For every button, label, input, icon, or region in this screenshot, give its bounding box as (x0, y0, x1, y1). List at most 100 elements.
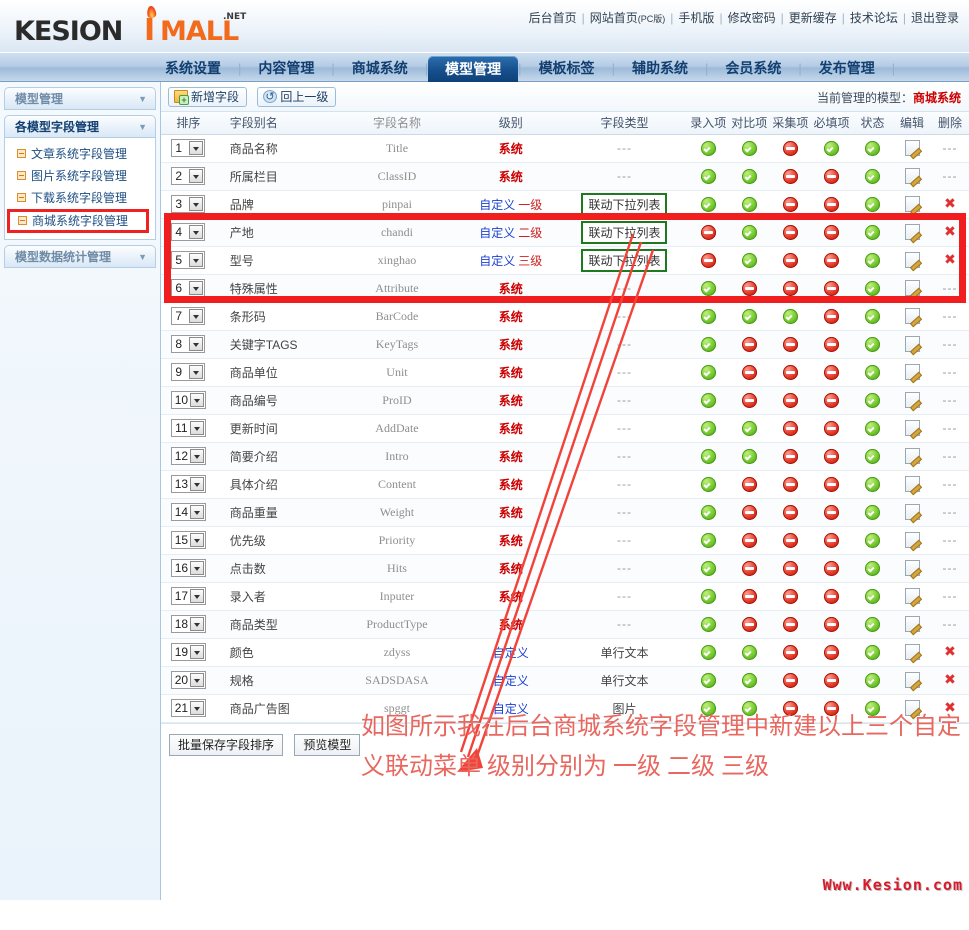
dropdown-arrow-icon[interactable] (190, 561, 205, 575)
check-circle-icon[interactable] (700, 140, 716, 156)
nav-item-6[interactable]: 辅助系统 (615, 53, 705, 83)
back-to-parent-button[interactable]: 回上一级 (257, 87, 337, 107)
check-circle-icon[interactable] (865, 392, 881, 408)
dropdown-arrow-icon[interactable] (189, 225, 204, 239)
compare-item-cell[interactable] (728, 330, 770, 359)
deny-circle-icon[interactable] (782, 168, 798, 184)
edit-cell[interactable] (893, 274, 931, 303)
delete-x-icon[interactable]: ✖ (944, 196, 956, 210)
status-item-cell[interactable] (852, 582, 894, 611)
check-circle-icon[interactable] (865, 588, 881, 604)
required-item-cell[interactable] (810, 442, 852, 471)
status-item-cell[interactable] (852, 526, 894, 555)
deny-circle-icon[interactable] (741, 336, 757, 352)
deny-circle-icon[interactable] (823, 560, 839, 576)
required-item-cell[interactable] (810, 358, 852, 387)
compare-item-cell[interactable] (728, 610, 770, 639)
required-item-cell[interactable] (810, 638, 852, 667)
deny-circle-icon[interactable] (782, 280, 798, 296)
check-circle-icon[interactable] (865, 504, 881, 520)
status-item-cell[interactable] (852, 386, 894, 415)
delete-cell[interactable]: ✖ (931, 638, 969, 667)
deny-circle-icon[interactable] (782, 140, 798, 156)
input-item-cell[interactable] (687, 526, 729, 555)
check-circle-icon[interactable] (700, 448, 716, 464)
deny-circle-icon[interactable] (823, 336, 839, 352)
edit-cell[interactable] (893, 330, 931, 359)
check-circle-icon[interactable] (700, 504, 716, 520)
deny-circle-icon[interactable] (823, 504, 839, 520)
collect-item-cell[interactable] (769, 526, 811, 555)
check-circle-icon[interactable] (700, 308, 716, 324)
edit-pencil-icon[interactable] (904, 616, 920, 632)
top-link-6[interactable]: 技术论坛 (850, 11, 898, 25)
compare-item-cell[interactable] (728, 526, 770, 555)
order-select[interactable]: 9 (171, 363, 206, 381)
edit-pencil-icon[interactable] (904, 196, 920, 212)
deny-circle-icon[interactable] (782, 448, 798, 464)
check-circle-icon[interactable] (865, 224, 881, 240)
compare-item-cell[interactable] (728, 134, 770, 163)
edit-pencil-icon[interactable] (904, 168, 920, 184)
top-link-2[interactable]: 网站首页(PC版) (590, 11, 666, 25)
input-item-cell[interactable] (687, 638, 729, 667)
top-link-3[interactable]: 手机版 (678, 11, 714, 25)
edit-cell[interactable] (893, 162, 931, 191)
check-circle-icon[interactable] (865, 672, 881, 688)
delete-cell[interactable]: ✖ (931, 246, 969, 275)
compare-item-cell[interactable] (728, 498, 770, 527)
deny-circle-icon[interactable] (782, 588, 798, 604)
check-circle-icon[interactable] (741, 252, 757, 268)
edit-cell[interactable] (893, 554, 931, 583)
collect-item-cell[interactable] (769, 218, 811, 247)
required-item-cell[interactable] (810, 414, 852, 443)
input-item-cell[interactable] (687, 470, 729, 499)
required-item-cell[interactable] (810, 134, 852, 163)
dropdown-arrow-icon[interactable] (190, 533, 205, 547)
check-circle-icon[interactable] (700, 672, 716, 688)
delete-cell[interactable]: ✖ (931, 190, 969, 219)
input-item-cell[interactable] (687, 190, 729, 219)
required-item-cell[interactable] (810, 330, 852, 359)
collect-item-cell[interactable] (769, 442, 811, 471)
edit-pencil-icon[interactable] (904, 140, 920, 156)
deny-circle-icon[interactable] (823, 392, 839, 408)
check-circle-icon[interactable] (865, 196, 881, 212)
check-circle-icon[interactable] (700, 364, 716, 380)
required-item-cell[interactable] (810, 526, 852, 555)
check-circle-icon[interactable] (741, 308, 757, 324)
order-select[interactable]: 7 (171, 307, 206, 325)
check-circle-icon[interactable] (700, 196, 716, 212)
input-item-cell[interactable] (687, 610, 729, 639)
collect-item-cell[interactable] (769, 554, 811, 583)
dropdown-arrow-icon[interactable] (189, 281, 204, 295)
compare-item-cell[interactable] (728, 470, 770, 499)
nav-item-7[interactable]: 会员系统 (708, 53, 798, 83)
compare-item-cell[interactable] (728, 554, 770, 583)
deny-circle-icon[interactable] (823, 364, 839, 380)
check-circle-icon[interactable] (865, 560, 881, 576)
required-item-cell[interactable] (810, 666, 852, 695)
order-select[interactable]: 12 (170, 447, 207, 465)
order-select[interactable]: 5 (171, 251, 206, 269)
status-item-cell[interactable] (852, 302, 894, 331)
required-item-cell[interactable] (810, 498, 852, 527)
dropdown-arrow-icon[interactable] (190, 393, 205, 407)
collect-item-cell[interactable] (769, 134, 811, 163)
status-item-cell[interactable] (852, 554, 894, 583)
deny-circle-icon[interactable] (741, 616, 757, 632)
edit-pencil-icon[interactable] (904, 588, 920, 604)
deny-circle-icon[interactable] (741, 364, 757, 380)
order-select[interactable]: 13 (170, 475, 207, 493)
order-select[interactable]: 4 (171, 223, 206, 241)
edit-cell[interactable] (893, 246, 931, 275)
deny-circle-icon[interactable] (823, 252, 839, 268)
collect-item-cell[interactable] (769, 358, 811, 387)
delete-cell[interactable]: ✖ (931, 666, 969, 695)
deny-circle-icon[interactable] (741, 560, 757, 576)
edit-pencil-icon[interactable] (904, 672, 920, 688)
check-circle-icon[interactable] (865, 252, 881, 268)
check-circle-icon[interactable] (700, 588, 716, 604)
check-circle-icon[interactable] (741, 224, 757, 240)
check-circle-icon[interactable] (741, 448, 757, 464)
